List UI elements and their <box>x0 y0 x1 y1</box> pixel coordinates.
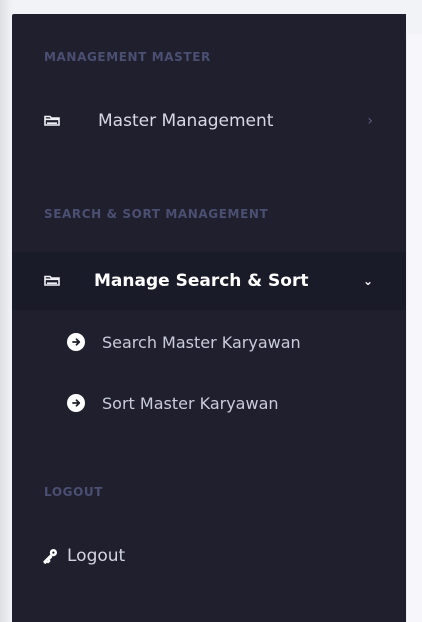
screenshot-frame: MANAGEMENT MASTER Master Management › SE… <box>0 0 422 622</box>
sidebar: MANAGEMENT MASTER Master Management › SE… <box>12 14 406 622</box>
chevron-right-icon: › <box>367 113 373 129</box>
subitem-label: Search Master Karyawan <box>102 332 301 352</box>
folder-icon <box>42 111 62 131</box>
sidebar-item-master-management[interactable]: Master Management › <box>12 96 406 146</box>
section-title-management-master: MANAGEMENT MASTER <box>44 50 211 64</box>
subitem-search-master-karyawan[interactable]: Search Master Karyawan <box>12 325 406 359</box>
left-shadow <box>0 0 12 622</box>
key-icon <box>43 549 57 564</box>
subitem-sort-master-karyawan[interactable]: Sort Master Karyawan <box>12 386 406 420</box>
arrow-circle-right-icon <box>67 333 85 351</box>
chevron-down-icon: ⌄ <box>362 274 373 288</box>
sidebar-item-manage-search-sort[interactable]: Manage Search & Sort ⌄ <box>12 252 406 310</box>
sidebar-item-label: Manage Search & Sort <box>94 271 309 291</box>
sidebar-item-label: Master Management <box>98 111 274 131</box>
content-background <box>406 34 422 622</box>
logout-link[interactable]: Logout <box>41 542 125 570</box>
arrow-circle-right-icon <box>67 394 85 412</box>
logout-label: Logout <box>67 546 126 566</box>
subitem-label: Sort Master Karyawan <box>102 393 279 413</box>
section-title-logout: LOGOUT <box>44 485 104 499</box>
folder-icon <box>42 271 62 291</box>
section-title-search-sort-management: SEARCH & SORT MANAGEMENT <box>44 207 269 221</box>
